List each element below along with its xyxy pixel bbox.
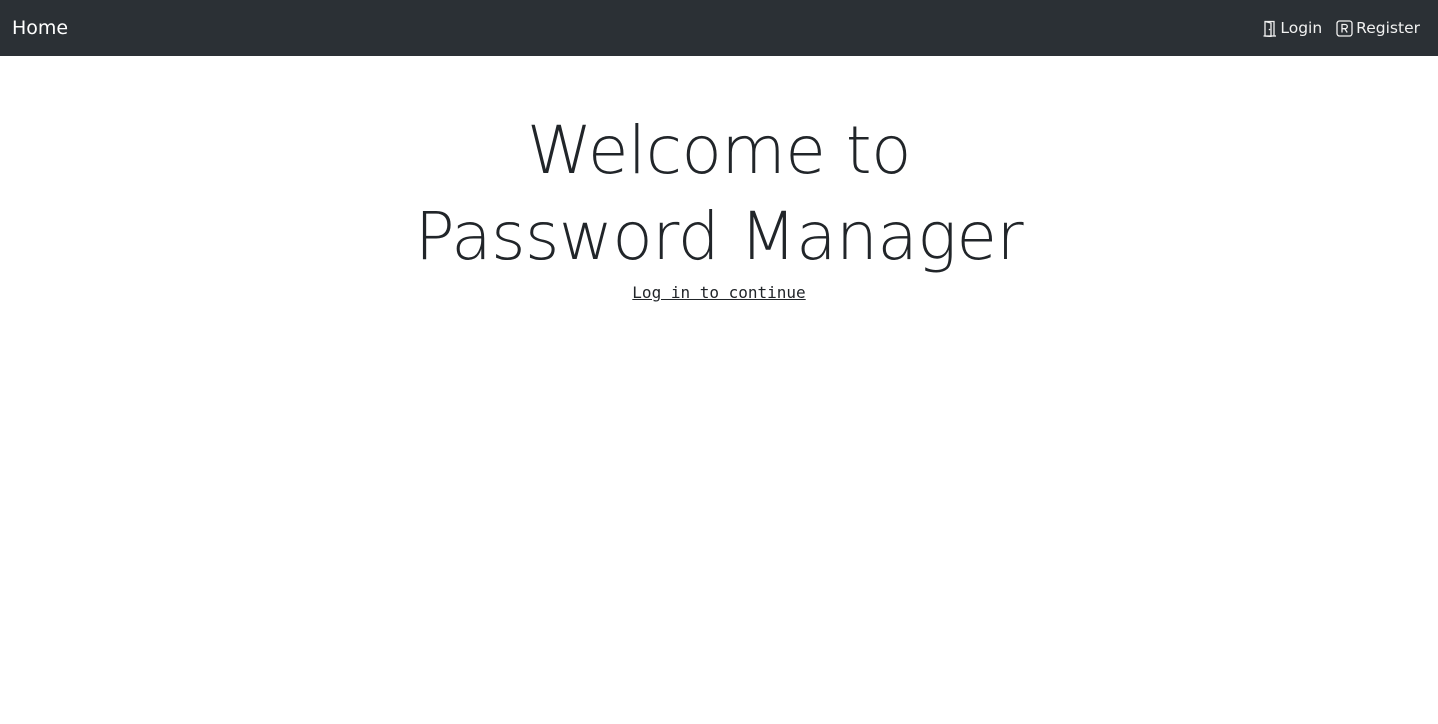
- title-line-2: Password Manager: [414, 198, 1024, 275]
- register-link[interactable]: Register: [1336, 17, 1420, 39]
- page-title: Welcome to Password Manager: [0, 108, 1438, 280]
- login-label: Login: [1280, 19, 1323, 37]
- login-to-continue-link[interactable]: Log in to continue: [632, 282, 805, 304]
- register-label: Register: [1356, 19, 1420, 37]
- home-link[interactable]: Home: [12, 15, 68, 41]
- login-link[interactable]: Login: [1263, 17, 1322, 39]
- nav-right-links: Login Register: [1263, 17, 1420, 39]
- top-navbar: Home Login Register: [0, 0, 1438, 56]
- r-badge-icon: [1336, 19, 1353, 37]
- door-icon: [1263, 20, 1277, 37]
- hero-section: Welcome to Password Manager Log in to co…: [0, 108, 1438, 304]
- title-line-1: Welcome to: [526, 112, 912, 189]
